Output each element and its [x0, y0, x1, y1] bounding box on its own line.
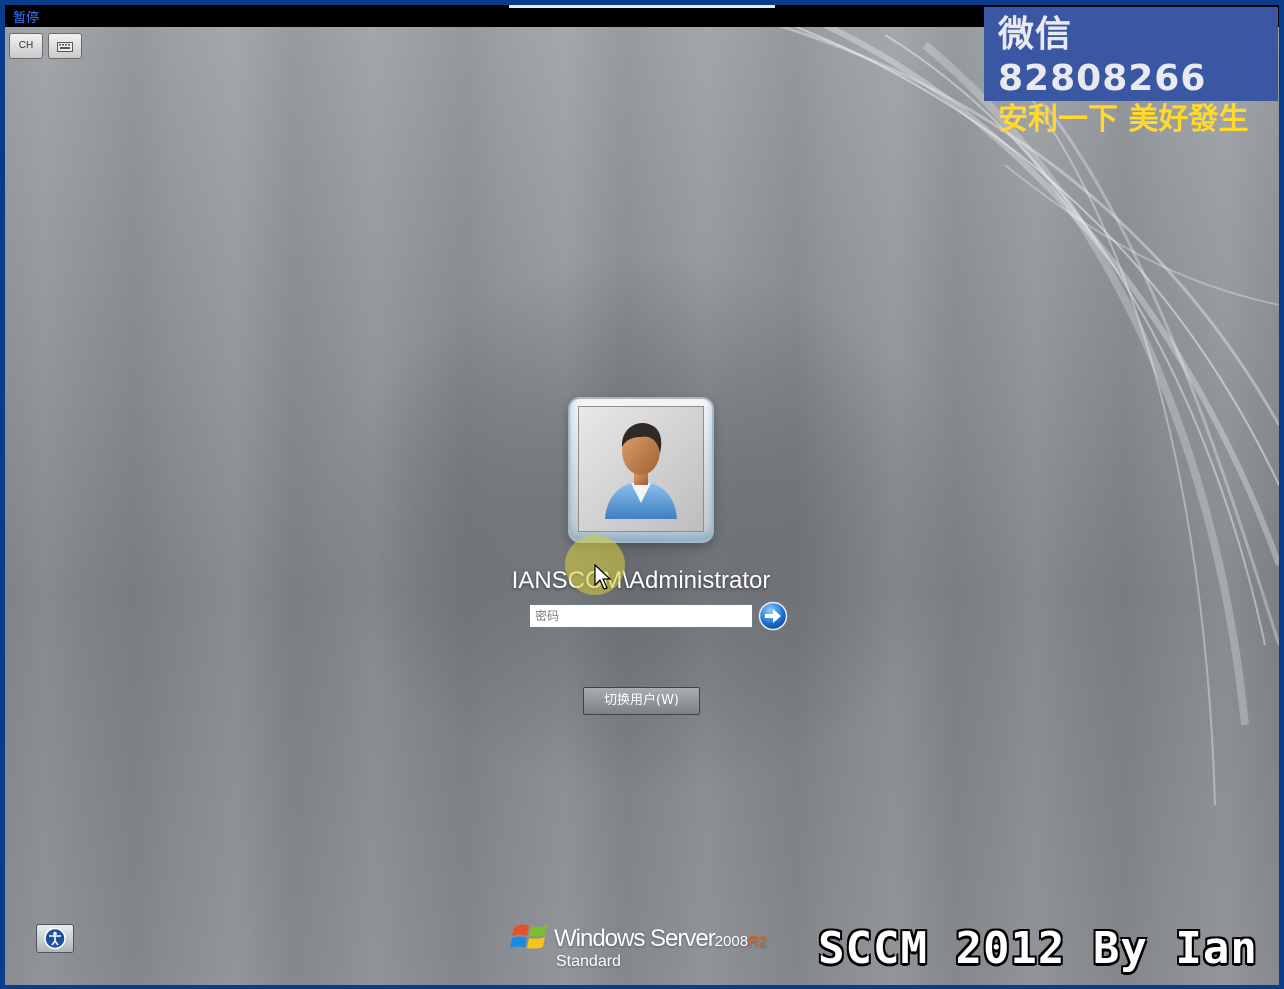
arrow-right-icon [758, 601, 788, 631]
watermark-line-1: 微信 82808266 [998, 14, 1207, 99]
pause-label[interactable]: 暂停 [13, 7, 39, 26]
user-silhouette-icon [605, 423, 677, 519]
wechat-watermark: 微信 82808266 安利一下 美好發生 [984, 7, 1278, 137]
product-version: 2008 [714, 933, 749, 950]
keyboard-icon [57, 42, 73, 52]
user-tile[interactable] [568, 397, 714, 543]
remote-desktop-screen: 暂停 CH 微信 82808266 安利一下 美好發生 IANSCCM\Admi… [5, 5, 1279, 985]
switch-user-label: 切换用户(W) [604, 693, 679, 708]
username-label: IANSCCM\Administrator [511, 567, 771, 594]
connection-tab[interactable] [509, 5, 775, 8]
language-button[interactable]: CH [9, 33, 43, 59]
language-label: CH [18, 40, 34, 51]
ease-of-access-button[interactable] [36, 924, 74, 953]
user-avatar [578, 406, 704, 532]
product-release: R2 [748, 933, 768, 950]
product-edition: Standard [556, 953, 621, 970]
ease-of-access-icon [44, 927, 66, 950]
product-name-text: Windows Server [554, 925, 716, 952]
product-name: Windows Server2008R2 [554, 925, 767, 953]
mouse-pointer-icon [594, 564, 612, 590]
switch-user-button[interactable]: 切换用户(W) [583, 687, 700, 715]
video-caption-overlay: SCCM 2012 By Ian [818, 923, 1258, 974]
submit-login-button[interactable] [758, 601, 788, 631]
on-screen-keyboard-button[interactable] [48, 33, 82, 59]
windows-server-branding: Windows Server2008R2 Standard [510, 915, 790, 975]
watermark-line-2: 安利一下 美好發生 [998, 102, 1249, 137]
windows-logo-icon [510, 924, 547, 949]
password-field[interactable] [529, 604, 753, 628]
